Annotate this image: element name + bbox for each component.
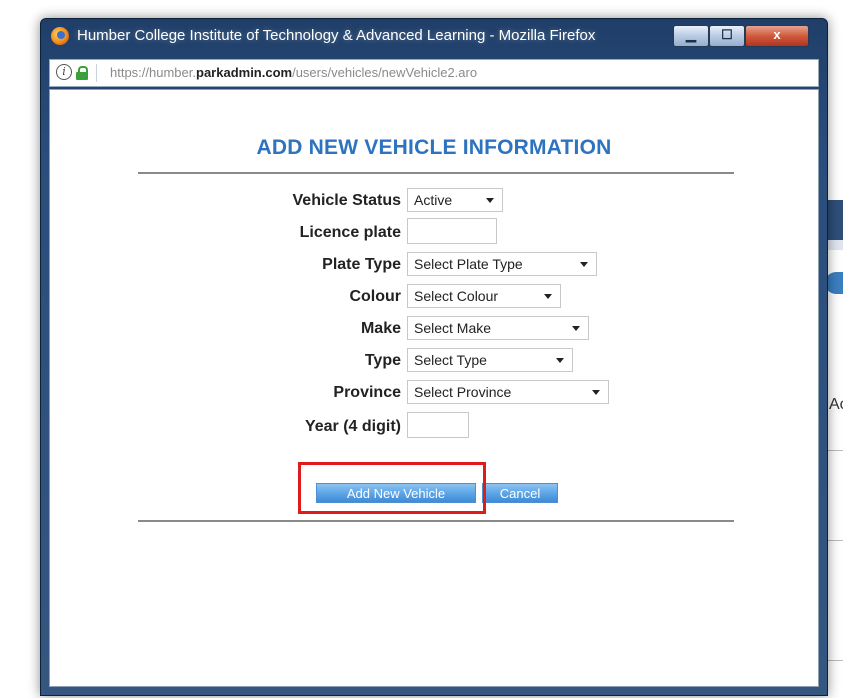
info-icon[interactable]: i: [56, 64, 72, 80]
url-domain: parkadmin.com: [196, 65, 293, 80]
type-value: Select Type: [414, 352, 487, 368]
type-label: Type: [364, 352, 401, 369]
colour-select[interactable]: Select Colour: [407, 284, 561, 308]
make-label: Make: [360, 320, 401, 337]
plate-type-label: Plate Type: [322, 256, 401, 273]
make-row: Make Select Make: [50, 314, 818, 342]
type-row: Type Select Type: [50, 346, 818, 374]
province-select[interactable]: Select Province: [407, 380, 609, 404]
firefox-popup-window: Humber College Institute of Technology &…: [40, 18, 828, 696]
plate-type-select[interactable]: Select Plate Type: [407, 252, 597, 276]
licence-plate-label: Licence plate: [299, 224, 401, 241]
divider-top: [138, 172, 734, 174]
colour-row: Colour Select Colour: [50, 282, 818, 310]
licence-plate-row: Licence plate: [50, 218, 818, 246]
background-partial-text: Ac: [829, 396, 843, 413]
lock-icon[interactable]: [76, 66, 88, 80]
make-value: Select Make: [414, 320, 492, 336]
plate-type-row: Plate Type Select Plate Type: [50, 250, 818, 278]
year-row: Year (4 digit): [50, 412, 818, 440]
dropdown-arrow-icon: [556, 358, 564, 363]
page-content: ADD NEW VEHICLE INFORMATION Vehicle Stat…: [49, 89, 819, 687]
window-title: Humber College Institute of Technology &…: [77, 27, 596, 44]
make-select[interactable]: Select Make: [407, 316, 589, 340]
province-label: Province: [333, 384, 401, 401]
url-path: /users/vehicles/newVehicle2.aro: [292, 65, 478, 80]
vehicle-status-value: Active: [414, 192, 453, 208]
address-bar[interactable]: i https://humber.parkadmin.com/users/veh…: [49, 59, 819, 87]
vehicle-status-label: Vehicle Status: [292, 192, 402, 209]
year-input[interactable]: [407, 412, 469, 438]
vehicle-status-row: Vehicle Status Active: [50, 186, 818, 214]
type-select[interactable]: Select Type: [407, 348, 573, 372]
maximize-icon[interactable]: ☐: [709, 25, 745, 47]
colour-value: Select Colour: [414, 288, 499, 304]
highlight-box: [298, 462, 486, 514]
cancel-button[interactable]: Cancel: [482, 483, 558, 503]
minimize-icon[interactable]: ▁: [673, 25, 709, 47]
dropdown-arrow-icon: [580, 262, 588, 267]
colour-label: Colour: [349, 288, 401, 305]
url-prefix: https://humber.: [110, 65, 196, 80]
title-bar[interactable]: Humber College Institute of Technology &…: [41, 19, 827, 53]
url-separator: [96, 64, 97, 82]
year-label: Year (4 digit): [304, 418, 401, 435]
dropdown-arrow-icon: [486, 198, 494, 203]
divider-bottom: [138, 520, 734, 522]
form-title: ADD NEW VEHICLE INFORMATION: [256, 136, 612, 159]
dropdown-arrow-icon: [544, 294, 552, 299]
vehicle-status-select[interactable]: Active: [407, 188, 503, 212]
firefox-icon: [51, 27, 69, 45]
plate-type-value: Select Plate Type: [414, 256, 523, 272]
url-text[interactable]: https://humber.parkadmin.com/users/vehic…: [110, 65, 477, 80]
province-value: Select Province: [414, 384, 512, 400]
close-icon[interactable]: x: [745, 25, 809, 47]
dropdown-arrow-icon: [592, 390, 600, 395]
licence-plate-input[interactable]: [407, 218, 497, 244]
dropdown-arrow-icon: [572, 326, 580, 331]
province-row: Province Select Province: [50, 378, 818, 406]
